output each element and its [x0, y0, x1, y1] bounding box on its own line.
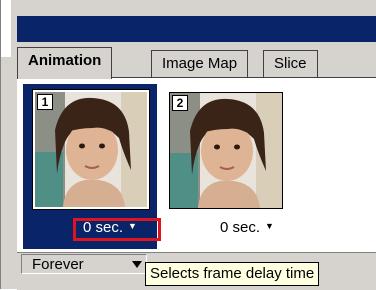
dropdown-arrow-icon: ▼: [265, 221, 274, 231]
animation-panel: Animation Image Map Slice 1 2 0 sec. ▼ 0…: [0, 0, 376, 290]
frame-2-delay-value: 0 sec.: [220, 219, 261, 236]
chevron-down-icon: [132, 261, 142, 268]
frame-2-thumbnail[interactable]: 2: [169, 92, 283, 209]
delay-highlight-box: [73, 218, 161, 241]
frame-1-thumbnail[interactable]: 1: [32, 89, 150, 210]
tab-image-map-label: Image Map: [162, 55, 238, 72]
tooltip: Selects frame delay time: [145, 262, 320, 286]
frame-number: 2: [172, 95, 188, 111]
tab-row: Animation Image Map Slice: [17, 42, 376, 79]
loop-select[interactable]: Forever: [21, 254, 147, 274]
tab-animation[interactable]: Animation: [17, 47, 113, 79]
panel-title-bar[interactable]: [17, 16, 376, 42]
tab-image-map[interactable]: Image Map: [151, 50, 249, 77]
tooltip-text: Selects frame delay time: [150, 265, 315, 282]
frame-number: 1: [37, 94, 53, 110]
tab-slice[interactable]: Slice: [263, 50, 318, 77]
loop-select-value: Forever: [32, 256, 84, 273]
tab-slice-label: Slice: [274, 55, 307, 72]
tab-animation-label: Animation: [28, 52, 102, 69]
frame-2-delay-dropdown[interactable]: 0 sec. ▼: [220, 219, 274, 236]
